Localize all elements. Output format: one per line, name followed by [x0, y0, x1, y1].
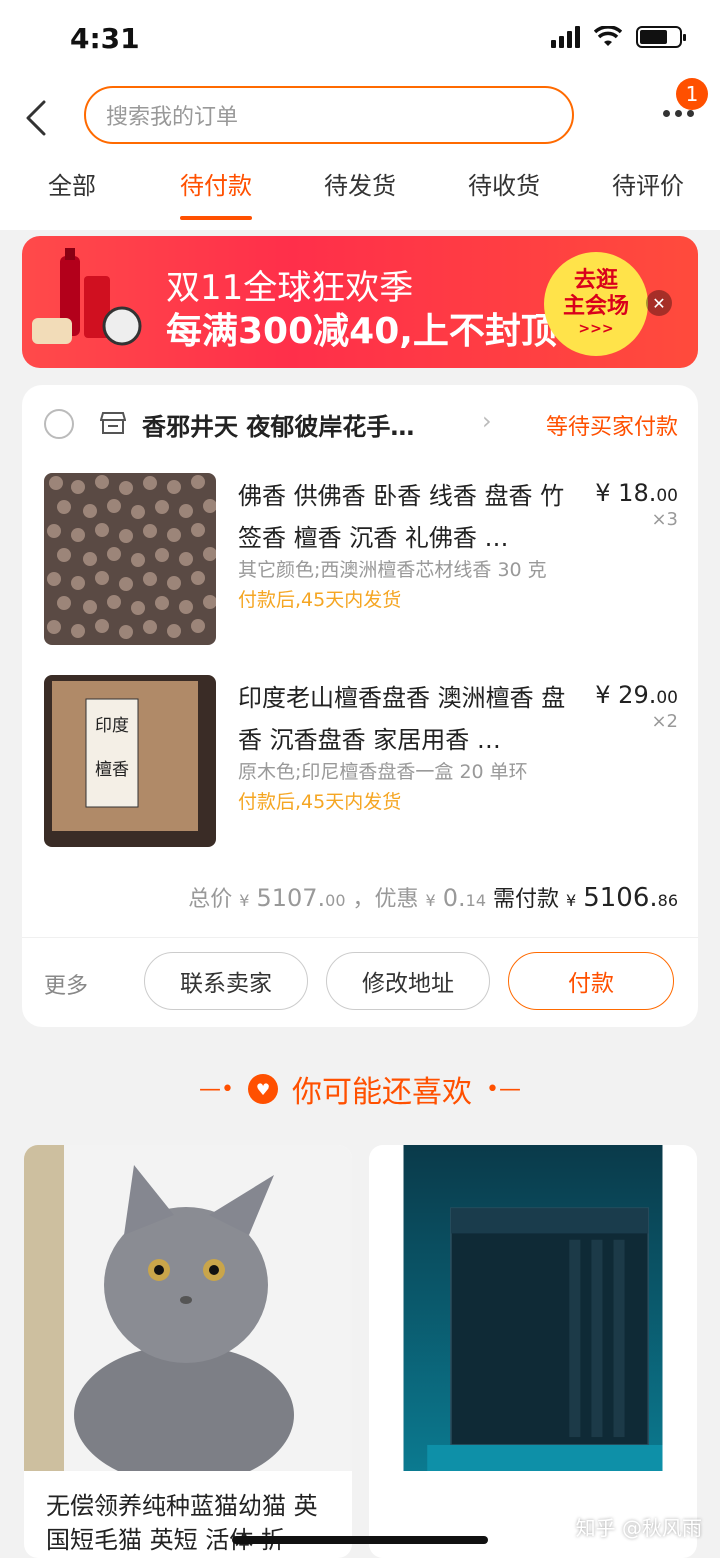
- incense-pellets-image: [44, 473, 216, 645]
- battery-icon: [636, 26, 686, 48]
- more-menu-icon[interactable]: [663, 110, 694, 117]
- item-variant: 原木色;印尼檀香盘香一盒 20 单环: [238, 761, 528, 783]
- close-icon[interactable]: ✕: [646, 290, 672, 316]
- search-placeholder: 搜索我的订单: [106, 105, 239, 130]
- banner-cta-button[interactable]: 去逛 主会场 >>>: [544, 252, 648, 356]
- appliance-image: [403, 1145, 663, 1471]
- recommend-heading: —• ♥ 你可能还喜欢 •—: [0, 1064, 720, 1114]
- product-name[interactable]: 无偿领养纯种蓝猫幼猫 英国短毛猫 英短 活体 折: [46, 1489, 336, 1557]
- need-pay-label: 需付款: [493, 887, 560, 912]
- chevron-right-icon: ›: [482, 407, 492, 435]
- discount-label: ，优惠: [352, 887, 419, 912]
- tab-pending-shipment[interactable]: 待发货: [288, 166, 432, 222]
- need-pay-amount: 5106.: [583, 883, 658, 913]
- cta-line1: 去逛: [573, 268, 618, 293]
- total-label: 总价: [188, 887, 233, 912]
- item-qty: ×2: [651, 711, 678, 732]
- order-total: 总价 ¥ 5107.00 ，优惠 ¥ 0.14 需付款 ¥ 5106.86: [188, 883, 678, 913]
- svg-text:檀香: 檀香: [95, 760, 129, 780]
- item-ship-note: 付款后,45天内发货: [238, 589, 402, 611]
- item-price: ¥ 29.00: [595, 681, 678, 709]
- signal-icon: [551, 26, 580, 48]
- watermark: 知乎 @秋风雨: [575, 1516, 702, 1540]
- notification-badge: 1: [676, 78, 708, 110]
- header: 搜索我的订单 1 全部 待付款 待发货 待收货 待评价: [0, 78, 720, 230]
- product-card[interactable]: 无偿领养纯种蓝猫幼猫 英国短毛猫 英短 活体 折: [24, 1145, 352, 1558]
- order-actions: 更多 联系卖家 修改地址 付款: [22, 937, 698, 1027]
- cta-line2: 主会场: [562, 294, 629, 320]
- more-actions-link[interactable]: 更多: [44, 968, 88, 1000]
- status-icons: [551, 26, 686, 48]
- shop-icon: [100, 412, 126, 434]
- item-price: ¥ 18.00: [595, 479, 678, 507]
- tab-pending-receipt[interactable]: 待收货: [432, 166, 576, 222]
- svg-text:印度: 印度: [95, 716, 129, 736]
- promo-banner[interactable]: 双11全球狂欢季 每满300减40,上不封顶 去逛 主会场 >>> ✕: [22, 236, 698, 368]
- banner-line2: 每满300减40,上不封顶: [166, 311, 557, 352]
- back-icon[interactable]: [22, 98, 52, 138]
- tab-pending-payment[interactable]: 待付款: [144, 166, 288, 222]
- item-ship-note: 付款后,45天内发货: [238, 791, 402, 813]
- item-variant: 其它颜色;西澳洲檀香芯材线香 30 克: [238, 559, 547, 581]
- divider-left: —•: [199, 1076, 234, 1102]
- item-title[interactable]: 印度老山檀香盘香 澳洲檀香 盘香 沉香盘香 家居用香 …: [238, 677, 583, 761]
- order-item[interactable]: 印度 檀香 印度老山檀香盘香 澳洲檀香 盘香 沉香盘香 家居用香 … 原木色;印…: [22, 675, 698, 855]
- wifi-icon: [594, 26, 622, 46]
- pay-button[interactable]: 付款: [508, 952, 674, 1010]
- home-indicator[interactable]: [232, 1536, 488, 1544]
- order-card: 香邪井天 夜郁彼岸花手… › 等待买家付款 佛香 供佛香 卧香 线香 盘香 竹签…: [22, 385, 698, 1027]
- sandalwood-box-image: 印度 檀香: [44, 675, 216, 847]
- item-title[interactable]: 佛香 供佛香 卧香 线香 盘香 竹签香 檀香 沉香 礼佛香 …: [238, 475, 583, 559]
- store-name[interactable]: 香邪井天 夜郁彼岸花手…: [142, 407, 472, 442]
- store-row[interactable]: 香邪井天 夜郁彼岸花手… › 等待买家付款: [22, 385, 698, 463]
- tab-all[interactable]: 全部: [0, 166, 144, 222]
- cosmetics-image: [32, 248, 142, 346]
- item-qty: ×3: [651, 509, 678, 530]
- status-time: 4:31: [70, 22, 140, 55]
- kitten-image: [24, 1145, 352, 1471]
- cta-arrow: >>>: [578, 320, 614, 337]
- recommend-title: 你可能还喜欢: [292, 1075, 472, 1110]
- tab-pending-review[interactable]: 待评价: [576, 166, 720, 222]
- status-bar: 4:31: [0, 0, 720, 80]
- select-radio[interactable]: [44, 409, 74, 439]
- contact-seller-button[interactable]: 联系卖家: [144, 952, 308, 1010]
- order-status: 等待买家付款: [545, 415, 678, 440]
- search-input[interactable]: 搜索我的订单: [84, 86, 574, 144]
- heart-icon: ♥: [248, 1074, 278, 1104]
- order-tabs: 全部 待付款 待发货 待收货 待评价: [0, 166, 720, 222]
- divider-right: •—: [486, 1076, 521, 1102]
- edit-address-button[interactable]: 修改地址: [326, 952, 490, 1010]
- product-card[interactable]: [369, 1145, 697, 1558]
- order-item[interactable]: 佛香 供佛香 卧香 线香 盘香 竹签香 檀香 沉香 礼佛香 … 其它颜色;西澳洲…: [22, 473, 698, 653]
